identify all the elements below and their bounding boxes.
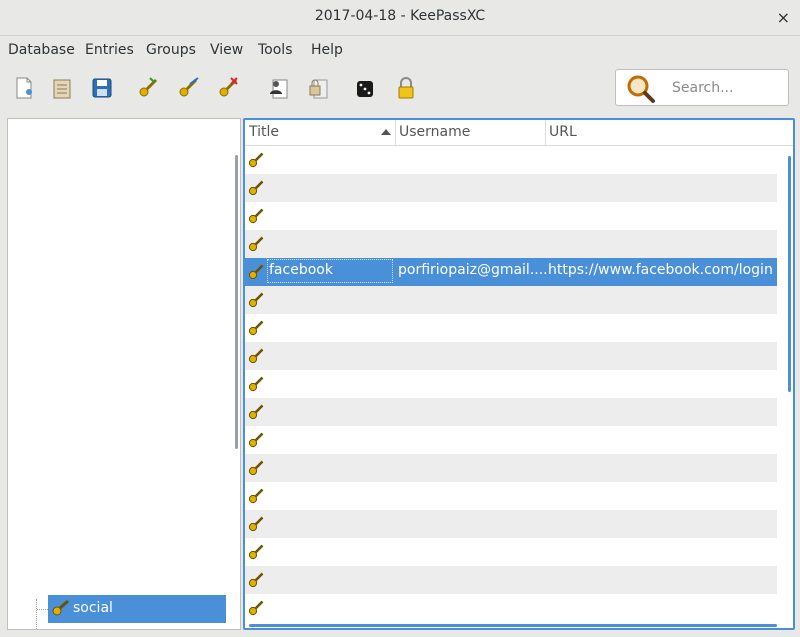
column-header-url[interactable]: URL — [549, 124, 577, 140]
menu-database[interactable]: Database — [8, 42, 75, 58]
table-row[interactable] — [245, 482, 777, 510]
copy-username-icon[interactable] — [266, 76, 290, 100]
new-database-icon[interactable] — [12, 76, 36, 100]
close-icon[interactable]: × — [777, 8, 790, 27]
add-entry-icon[interactable] — [136, 76, 160, 100]
entry-username-cell: porfiriopaiz@gmail.... — [398, 262, 548, 278]
key-icon — [52, 600, 69, 616]
key-icon — [248, 152, 264, 172]
key-icon — [248, 432, 264, 452]
table-row[interactable] — [245, 286, 777, 314]
table-row[interactable] — [245, 594, 777, 622]
table-row[interactable] — [245, 314, 777, 342]
key-icon — [248, 516, 264, 536]
table-row[interactable] — [245, 342, 777, 370]
key-icon — [248, 292, 264, 312]
column-separator[interactable] — [545, 120, 546, 146]
group-tree[interactable]: social — [7, 118, 241, 630]
search-icon — [627, 75, 655, 103]
title-bar: 2017-04-18 - KeePassXC × — [0, 0, 800, 36]
menu-help[interactable]: Help — [311, 42, 343, 58]
column-header-title[interactable]: Title — [249, 124, 279, 140]
tree-connector-branch — [37, 609, 48, 611]
table-row[interactable] — [245, 510, 777, 538]
table-row[interactable] — [245, 566, 777, 594]
key-icon — [248, 208, 264, 228]
key-icon — [248, 404, 264, 424]
entry-list[interactable]: Title Username URL facebook porfiriopaiz@… — [243, 118, 795, 630]
menu-tools[interactable]: Tools — [258, 42, 293, 58]
table-row[interactable] — [245, 426, 777, 454]
key-icon — [248, 376, 264, 396]
menu-bar: Database Entries Groups View Tools Help — [0, 37, 800, 63]
entry-title-cell: facebook — [269, 262, 333, 278]
entry-rows: facebook porfiriopaiz@gmail.... https://ww… — [245, 146, 793, 622]
entry-list-header: Title Username URL — [245, 120, 793, 146]
column-header-username[interactable]: Username — [399, 124, 470, 140]
menu-view[interactable]: View — [210, 42, 243, 58]
table-row[interactable] — [245, 174, 777, 202]
table-row[interactable] — [245, 398, 777, 426]
table-row[interactable] — [245, 454, 777, 482]
entry-list-hscrollbar[interactable] — [249, 624, 777, 627]
group-tree-scrollbar[interactable] — [235, 155, 238, 449]
key-icon — [248, 460, 264, 480]
entry-list-vscrollbar[interactable] — [788, 156, 791, 392]
menu-entries[interactable]: Entries — [85, 42, 134, 58]
tree-connector — [36, 599, 38, 629]
menu-groups[interactable]: Groups — [146, 42, 196, 58]
window-title: 2017-04-18 - KeePassXC — [314, 8, 486, 24]
key-icon — [248, 236, 264, 256]
search-field[interactable]: Search... — [615, 69, 789, 106]
key-icon — [248, 488, 264, 508]
save-database-icon[interactable] — [90, 76, 114, 100]
key-icon — [248, 348, 264, 368]
table-row[interactable] — [245, 202, 777, 230]
sort-ascending-icon — [381, 129, 391, 135]
key-icon — [248, 600, 264, 620]
key-icon — [248, 180, 264, 200]
table-row[interactable] — [245, 230, 777, 258]
table-row[interactable]: facebook porfiriopaiz@gmail.... https://ww… — [245, 258, 777, 286]
open-database-icon[interactable] — [50, 76, 74, 100]
delete-entry-icon[interactable] — [216, 76, 240, 100]
table-row[interactable] — [245, 370, 777, 398]
group-item-social[interactable]: social — [48, 595, 226, 623]
key-icon — [248, 320, 264, 340]
edit-entry-icon[interactable] — [176, 76, 200, 100]
entry-url-cell: https://www.facebook.com/login — [548, 262, 773, 278]
group-item-label: social — [73, 600, 113, 616]
lock-database-icon[interactable] — [394, 76, 418, 100]
copy-password-icon[interactable] — [306, 76, 330, 100]
key-icon — [248, 544, 264, 564]
key-icon — [248, 264, 264, 284]
table-row[interactable] — [245, 146, 777, 174]
password-generator-icon[interactable] — [354, 76, 378, 100]
table-row[interactable] — [245, 538, 777, 566]
key-icon — [248, 572, 264, 592]
search-placeholder: Search... — [672, 80, 734, 96]
column-separator[interactable] — [395, 120, 396, 146]
